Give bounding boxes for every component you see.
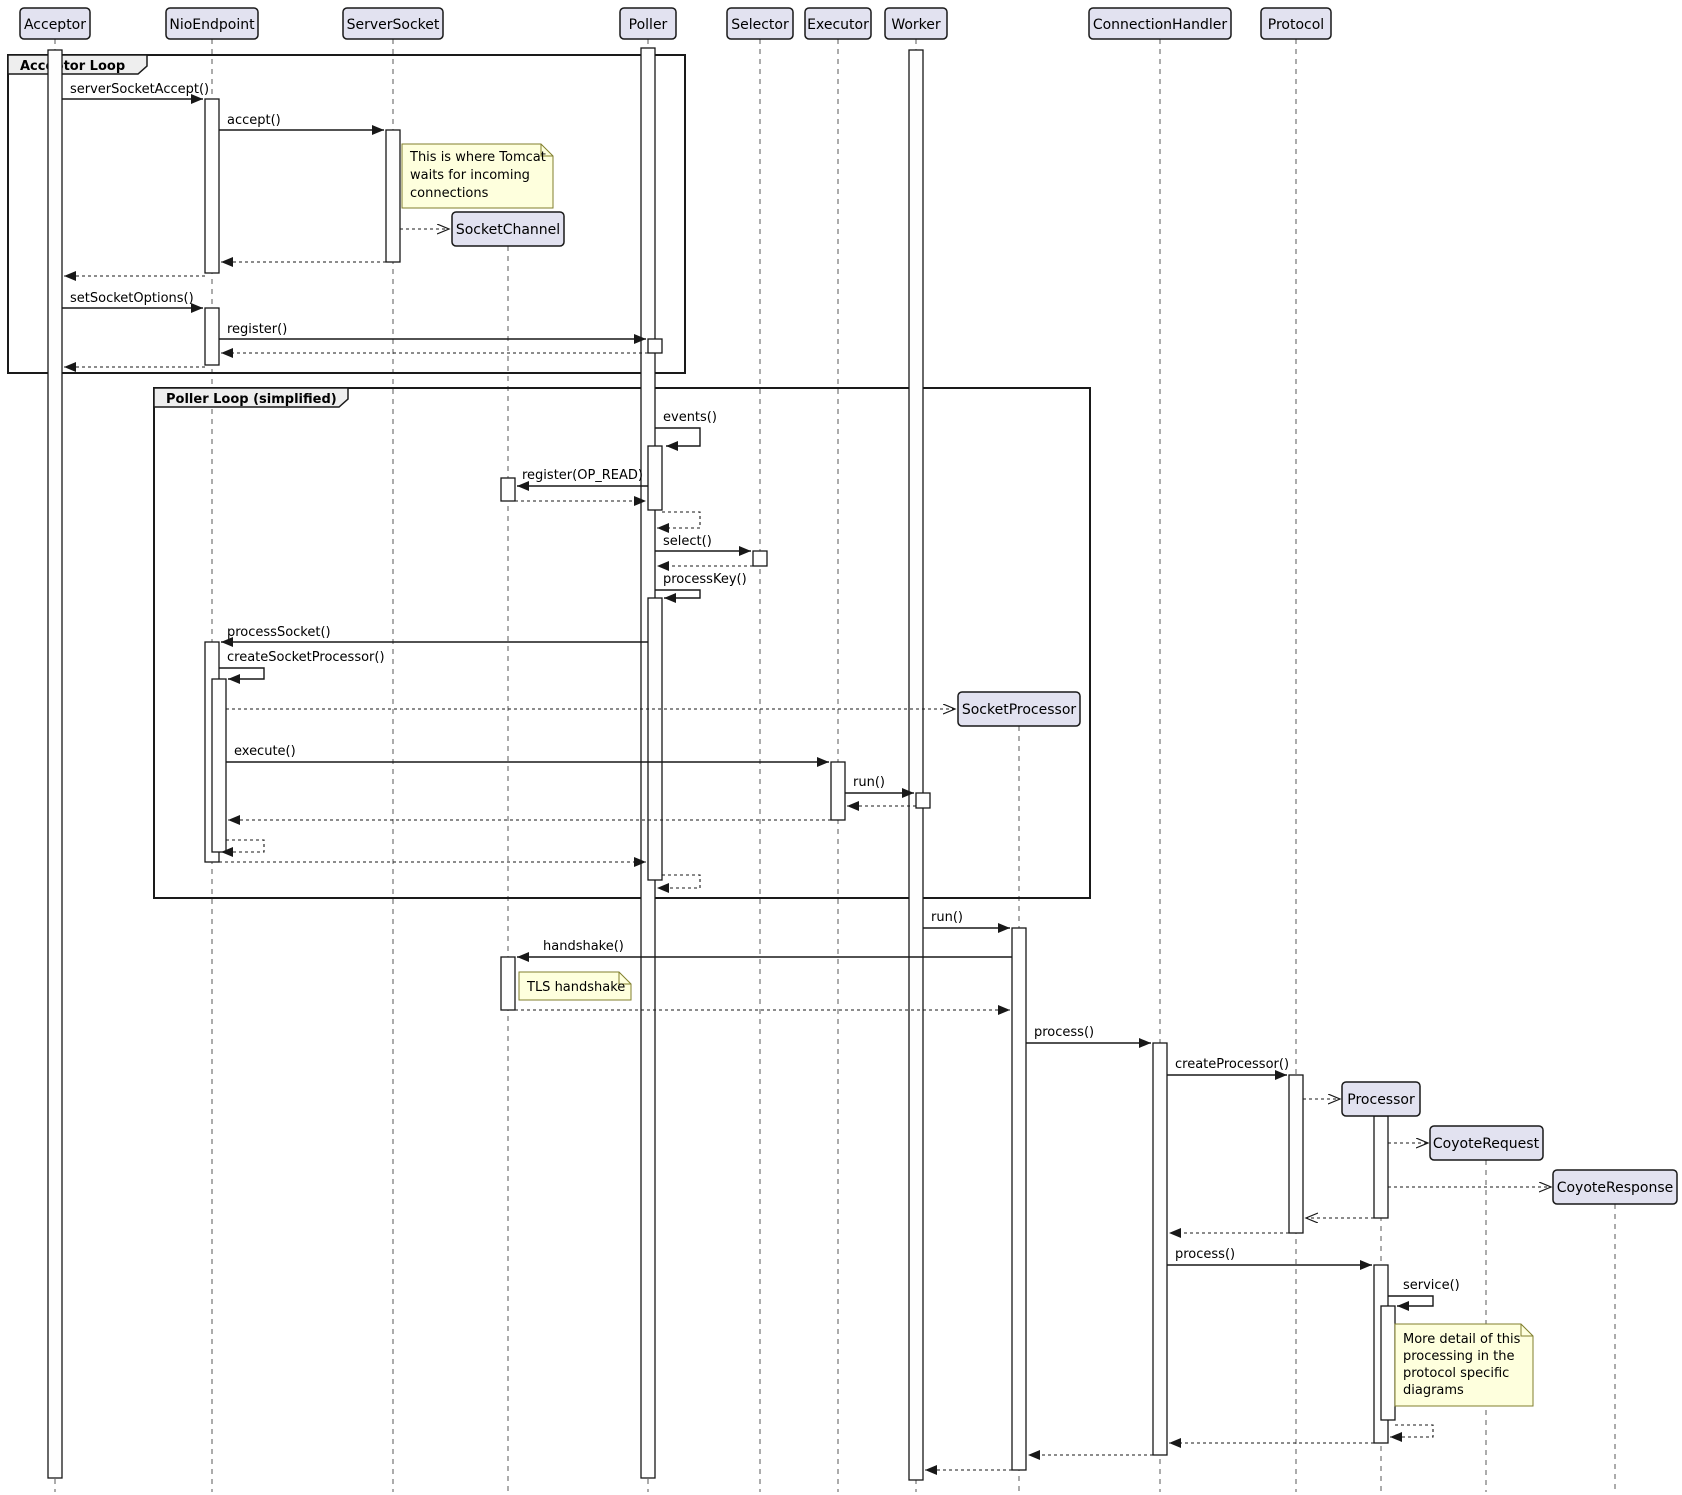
msg-createprocessor-label: createProcessor() bbox=[1175, 1057, 1289, 1072]
msg-createsocketprocessor-label: createSocketProcessor() bbox=[227, 650, 385, 665]
msg-register-opread-label: register(OP_READ) bbox=[522, 468, 643, 483]
created-coyoteresponse: CoyoteResponse bbox=[1553, 1170, 1677, 1204]
participant-selector: Selector bbox=[727, 8, 793, 39]
activation-selector bbox=[753, 551, 767, 566]
activation-poller-events bbox=[648, 446, 662, 510]
frame-acceptor-loop: Acceptor Loop bbox=[8, 55, 685, 373]
activation-nioendpoint-accept bbox=[205, 99, 219, 273]
msg-service-label: service() bbox=[1403, 1278, 1460, 1293]
participant-poller-label: Poller bbox=[629, 17, 668, 33]
participant-connectionhandler: ConnectionHandler bbox=[1089, 8, 1231, 39]
participant-nioendpoint: NioEndpoint bbox=[166, 8, 258, 39]
participant-worker: Worker bbox=[885, 8, 947, 39]
frame-poller-loop: Poller Loop (simplified) bbox=[154, 388, 1090, 898]
created-coyoteresponse-label: CoyoteResponse bbox=[1557, 1180, 1674, 1196]
note-service-line4: diagrams bbox=[1403, 1383, 1464, 1398]
return-createsocketprocessor-selfarrow bbox=[221, 840, 264, 852]
note-tls: TLS handshake bbox=[519, 972, 631, 1000]
participant-headers: Acceptor NioEndpoint ServerSocket Poller… bbox=[20, 8, 1331, 39]
msg-processsocket-label: processSocket() bbox=[227, 625, 331, 640]
participant-nioendpoint-label: NioEndpoint bbox=[169, 17, 255, 33]
activation-poller-register bbox=[648, 339, 662, 353]
msg-serversocketaccept-label: serverSocketAccept() bbox=[70, 82, 209, 97]
msg-process-processor-label: process() bbox=[1175, 1247, 1235, 1262]
activation-connectionhandler bbox=[1153, 1043, 1167, 1455]
participant-acceptor: Acceptor bbox=[20, 8, 90, 39]
activation-nioendpoint-options bbox=[205, 308, 219, 365]
activation-worker-run bbox=[916, 793, 930, 808]
sequence-diagram-svg: Acceptor Loop Poller Loop (simplified) s… bbox=[0, 0, 1682, 1495]
participant-selector-label: Selector bbox=[731, 17, 789, 33]
activation-serversocket bbox=[386, 130, 400, 262]
frame-acceptor-loop-label: Acceptor Loop bbox=[20, 59, 125, 74]
participant-executor-label: Executor bbox=[807, 17, 869, 33]
activation-acceptor bbox=[48, 50, 62, 1478]
msg-run-socketprocessor-label: run() bbox=[931, 910, 963, 925]
created-socketchannel-label: SocketChannel bbox=[456, 222, 560, 238]
created-processor-label: Processor bbox=[1347, 1092, 1415, 1108]
activation-poller-processkey bbox=[648, 598, 662, 880]
activation-socketchannel-handshake bbox=[501, 957, 515, 1010]
created-socketprocessor: SocketProcessor bbox=[958, 692, 1080, 726]
participant-acceptor-label: Acceptor bbox=[24, 17, 86, 33]
note-tls-text: TLS handshake bbox=[526, 980, 625, 995]
participant-worker-label: Worker bbox=[891, 17, 941, 33]
frame-poller-loop-label: Poller Loop (simplified) bbox=[166, 392, 337, 407]
activation-socketchannel-register bbox=[501, 478, 515, 501]
msg-accept-label: accept() bbox=[227, 113, 281, 128]
note-service-line1: More detail of this bbox=[1403, 1332, 1521, 1347]
msg-processkey-selfarrow bbox=[655, 590, 700, 598]
msg-select-label: select() bbox=[663, 534, 712, 549]
msg-register-label: register() bbox=[227, 322, 287, 337]
created-participants: SocketChannel SocketProcessor Processor … bbox=[452, 212, 1677, 1204]
participant-poller: Poller bbox=[620, 8, 676, 39]
msg-events-label: events() bbox=[663, 410, 717, 425]
msg-setsocketoptions-label: setSocketOptions() bbox=[70, 291, 194, 306]
msg-events-selfarrow bbox=[655, 428, 700, 446]
participant-protocol-label: Protocol bbox=[1268, 17, 1324, 33]
note-accept: This is where Tomcat waits for incoming … bbox=[402, 144, 553, 208]
activation-processor-create bbox=[1374, 1116, 1388, 1218]
msg-execute-label: execute() bbox=[234, 744, 296, 759]
msg-process-handler-label: process() bbox=[1034, 1025, 1094, 1040]
created-socketprocessor-label: SocketProcessor bbox=[962, 702, 1077, 718]
activation-socketprocessor bbox=[1012, 928, 1026, 1470]
created-processor: Processor bbox=[1342, 1082, 1420, 1116]
return-service-selfarrow bbox=[1390, 1425, 1433, 1437]
note-accept-line1: This is where Tomcat bbox=[409, 150, 546, 165]
created-socketchannel: SocketChannel bbox=[452, 212, 564, 246]
activation-nioendpoint-createsp bbox=[212, 679, 226, 852]
note-service: More detail of this processing in the pr… bbox=[1395, 1324, 1533, 1406]
note-accept-line2: waits for incoming bbox=[410, 168, 530, 183]
participant-executor: Executor bbox=[805, 8, 871, 39]
activation-executor bbox=[831, 762, 845, 820]
activation-worker-main bbox=[909, 50, 923, 1480]
participant-serversocket: ServerSocket bbox=[343, 8, 443, 39]
created-coyoterequest: CoyoteRequest bbox=[1430, 1126, 1543, 1160]
participant-serversocket-label: ServerSocket bbox=[347, 17, 440, 33]
return-events-selfarrow bbox=[657, 512, 700, 528]
activation-protocol bbox=[1289, 1075, 1303, 1233]
note-accept-line3: connections bbox=[410, 186, 489, 201]
msg-processkey-label: processKey() bbox=[663, 572, 747, 587]
msg-handshake-label: handshake() bbox=[543, 939, 624, 954]
sequence-diagram-canvas: Acceptor Loop Poller Loop (simplified) s… bbox=[0, 0, 1682, 1495]
return-processkey-selfarrow bbox=[657, 875, 700, 888]
activation-processor-service bbox=[1381, 1306, 1395, 1420]
participant-connectionhandler-label: ConnectionHandler bbox=[1093, 17, 1228, 33]
msg-service-selfarrow bbox=[1388, 1296, 1433, 1306]
created-coyoterequest-label: CoyoteRequest bbox=[1433, 1136, 1540, 1152]
msg-createsocketprocessor-selfarrow bbox=[219, 668, 264, 679]
participant-protocol: Protocol bbox=[1261, 8, 1331, 39]
note-service-line2: processing in the bbox=[1403, 1349, 1515, 1364]
msg-run-worker-label: run() bbox=[853, 775, 885, 790]
note-service-line3: protocol specific bbox=[1403, 1366, 1509, 1381]
